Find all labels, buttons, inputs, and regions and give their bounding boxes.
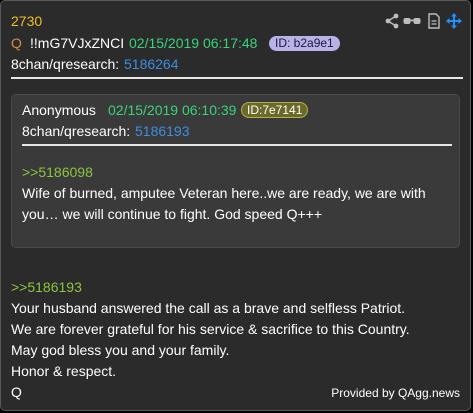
quoted-body-line-2: you… we will continue to fight. God spee… <box>22 206 323 222</box>
reply-link[interactable]: >>5186193 <box>11 279 82 295</box>
glasses-icon[interactable] <box>403 13 421 29</box>
message-line-2: We are forever grateful for his service … <box>11 321 410 337</box>
message-line-4: Honor & respect. <box>11 363 117 379</box>
quoted-reply-link[interactable]: >>5186098 <box>22 164 93 180</box>
message-line-5: Q <box>11 384 22 400</box>
move-icon[interactable] <box>446 13 462 29</box>
poster-id-badge: ID: b2a9e1 <box>269 36 340 51</box>
quoted-board-label: 8chan/qresearch: <box>22 123 131 139</box>
q-marker: Q <box>11 35 22 51</box>
quoted-body-line-1: Wife of burned, amputee Veteran here..we… <box>22 185 426 201</box>
document-icon[interactable] <box>426 13 442 29</box>
tripcode: !!mG7VJxZNCI <box>30 35 125 51</box>
quoted-post: Anonymous 02/15/2019 06:10:39 ID:7e7141 … <box>11 94 460 248</box>
message-line-1: Your husband answered the call as a brav… <box>11 300 406 316</box>
post-number: 2730 <box>11 13 43 29</box>
post-card: 2730 Q !!mG7VJxZNCI 02/15/2019 06:17:48 … <box>0 0 471 411</box>
quoted-author: Anonymous <box>22 102 96 118</box>
post-datetime: 02/15/2019 06:17:48 <box>129 35 258 51</box>
quoted-datetime: 02/15/2019 06:10:39 <box>108 102 237 118</box>
header-divider <box>11 77 463 79</box>
provided-by-footer[interactable]: Provided by QAgg.news <box>331 386 460 400</box>
post-id-link[interactable]: 5186264 <box>124 56 179 72</box>
quoted-id-badge: ID:7e7141 <box>241 102 309 118</box>
quoted-post-id-link[interactable]: 5186193 <box>135 123 190 139</box>
quoted-divider <box>22 144 452 146</box>
board-label: 8chan/qresearch: <box>11 56 120 72</box>
message-line-3: May god bless you and your family. <box>11 342 230 358</box>
share-icon[interactable] <box>384 13 400 29</box>
toolbar-icons <box>384 13 462 29</box>
